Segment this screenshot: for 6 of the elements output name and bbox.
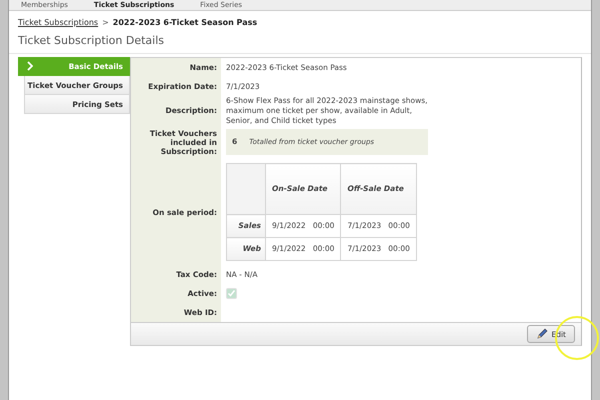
pencil-icon — [536, 328, 548, 340]
breadcrumb-current: 2022-2023 6-Ticket Season Pass — [112, 18, 258, 26]
page-title: Ticket Subscription Details — [9, 29, 591, 54]
breadcrumb-link[interactable]: Ticket Subscriptions — [18, 18, 98, 26]
breadcrumb-separator: > — [102, 18, 109, 26]
chevron-icon — [27, 61, 33, 71]
